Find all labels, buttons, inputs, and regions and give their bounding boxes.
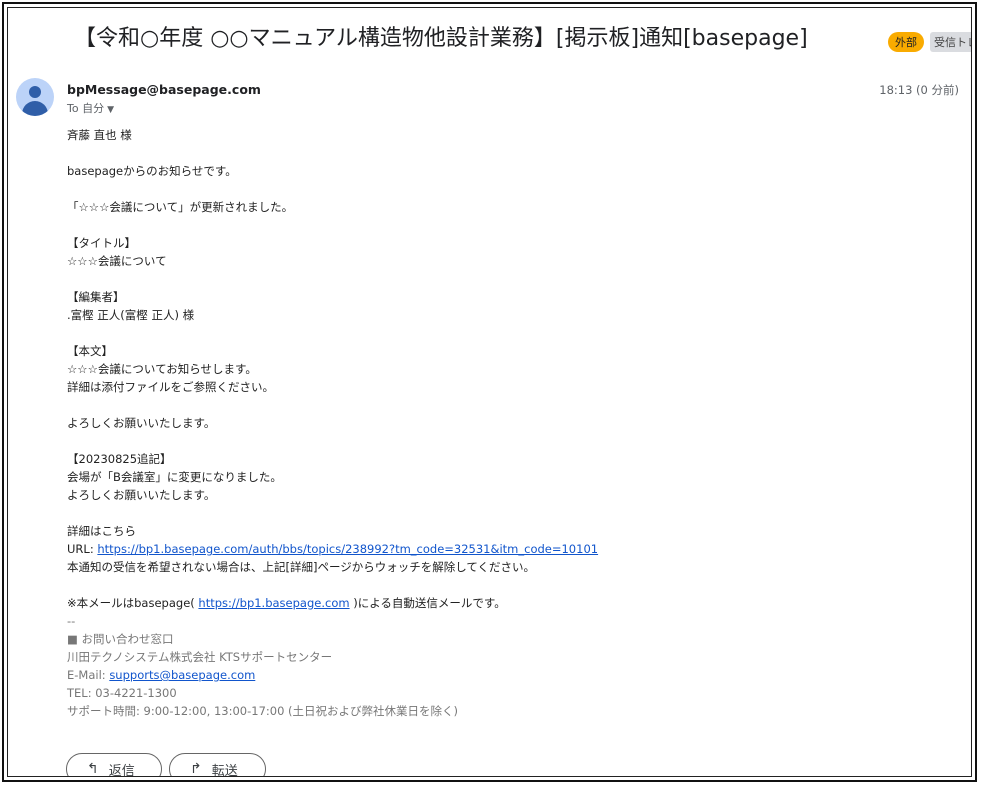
addendum-line: 会場が「B会議室」に変更になりました。	[67, 470, 282, 484]
forward-icon: ↱	[190, 761, 202, 777]
updated-text: 「☆☆☆会議について」が更新されました。	[67, 200, 294, 214]
signature-contact: ■ お問い合わせ窓口	[67, 632, 174, 646]
email-view: 【令和○年度 ○○マニュアル構造物他設計業務】[掲示板]通知[basepage]…	[7, 7, 972, 777]
text-line: ☆☆☆会議についてお知らせします。	[67, 362, 257, 376]
regards-text: よろしくお願いいたします。	[67, 416, 216, 430]
avatar-body-icon	[22, 101, 48, 116]
recipient-label: To 自分	[67, 102, 105, 115]
reply-icon: ↰	[87, 761, 99, 777]
unwatch-note: 本通知の受信を希望されない場合は、上記[詳細]ページからウォッチを解除してくださ…	[67, 560, 536, 574]
url-line: URL: https://bp1.basepage.com/auth/bbs/t…	[67, 540, 598, 558]
auto-suffix: )による自動送信メールです。	[349, 596, 506, 610]
window-frame: 【令和○年度 ○○マニュアル構造物他設計業務】[掲示板]通知[basepage]…	[2, 2, 977, 782]
timestamp: 18:13 (0 分前)	[879, 83, 959, 97]
reply-button[interactable]: ↰ 返信	[66, 753, 162, 777]
text-header: 【本文】	[67, 344, 113, 358]
basepage-link[interactable]: https://bp1.basepage.com	[198, 596, 349, 610]
url-prefix: URL:	[67, 542, 98, 556]
reply-label: 返信	[108, 763, 135, 777]
greeting: 斉藤 直也 様	[67, 128, 132, 142]
intro-text: basepageからのお知らせです。	[67, 164, 237, 178]
addendum-line: よろしくお願いいたします。	[67, 488, 216, 502]
editor-header: 【編集者】	[67, 290, 125, 304]
sender-address[interactable]: bpMessage@basepage.com	[67, 82, 261, 97]
text-line: 詳細は添付ファイルをご参照ください。	[67, 380, 274, 394]
signature-hours: サポート時間: 9:00-12:00, 13:00-17:00 (土日祝および弊…	[67, 704, 459, 718]
details-label: 詳細はこちら	[67, 524, 136, 538]
editor-value: .富樫 正人(富樫 正人) 様	[67, 308, 195, 322]
recipient-dropdown[interactable]: To 自分 ▼	[67, 100, 114, 116]
forward-button[interactable]: ↱ 転送	[169, 753, 266, 777]
avatar-head-icon	[29, 86, 41, 98]
signature-separator: --	[67, 614, 76, 628]
signature-company: 川田テクノシステム株式会社 KTSサポートセンター	[67, 650, 333, 664]
email-prefix: E-Mail:	[67, 668, 110, 682]
auto-prefix: ※本メールはbasepage(	[67, 596, 199, 610]
email-subject: 【令和○年度 ○○マニュアル構造物他設計業務】[掲示板]通知[basepage]	[74, 26, 808, 51]
details-link[interactable]: https://bp1.basepage.com/auth/bbs/topics…	[97, 542, 598, 556]
support-email-link[interactable]: supports@basepage.com	[109, 668, 255, 682]
forward-label: 転送	[211, 763, 238, 777]
auto-send-line: ※本メールはbasepage( https://bp1.basepage.com…	[67, 594, 598, 612]
signature-email-line: E-Mail: supports@basepage.com	[67, 666, 598, 684]
title-header: 【タイトル】	[67, 236, 136, 250]
avatar	[16, 78, 54, 116]
email-body: 斉藤 直也 様 basepageからのお知らせです。 「☆☆☆会議について」が更…	[67, 126, 598, 720]
signature-tel: TEL: 03-4221-1300	[67, 686, 177, 700]
addendum-header: 【20230825追記】	[67, 452, 172, 466]
external-label[interactable]: 外部	[888, 32, 924, 52]
inbox-label[interactable]: 受信トレ	[930, 32, 971, 52]
caret-down-icon[interactable]: ▼	[107, 105, 114, 115]
title-value: ☆☆☆会議について	[67, 254, 167, 268]
